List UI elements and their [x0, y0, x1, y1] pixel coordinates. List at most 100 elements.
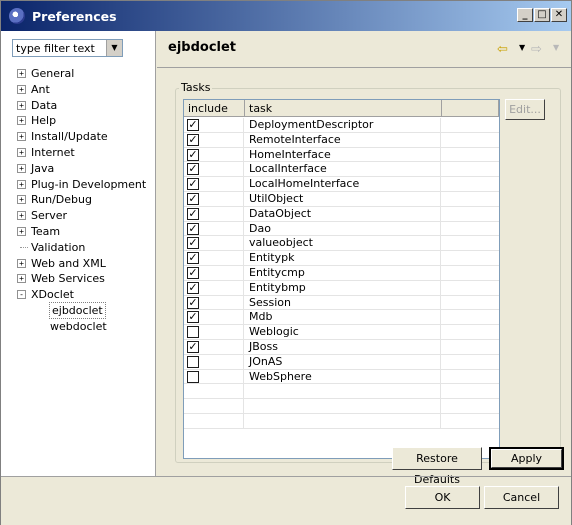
table-row[interactable]: ✓ HomeInterface [184, 147, 499, 163]
include-checkbox[interactable]: ✓ [187, 193, 199, 205]
include-checkbox[interactable]: ✓ [187, 341, 199, 353]
include-checkbox[interactable]: ✓ [187, 133, 199, 146]
include-cell: ✓ [184, 132, 244, 147]
tree-connector [20, 246, 28, 248]
table-row[interactable]: ✓ RemoteInterface [184, 132, 499, 148]
back-history-dropdown-icon[interactable]: ▼ [519, 43, 525, 52]
forward-history-dropdown-icon[interactable]: ▼ [553, 43, 559, 52]
filter-input[interactable]: type filter text [16, 42, 95, 55]
include-cell: ✓ [184, 118, 244, 132]
ok-button[interactable]: OK [405, 486, 480, 509]
task-cell: WebSphere [245, 369, 441, 384]
close-button[interactable]: ✕ [551, 8, 567, 22]
preferences-window: Preferences _ □ ✕ type filter text ▼ + Ge… [0, 0, 572, 525]
table-row[interactable]: JOnAS [184, 354, 499, 370]
include-cell [184, 325, 244, 339]
tree-item-label: Run/Debug [31, 193, 92, 207]
collapse-icon[interactable]: - [17, 290, 26, 300]
table-row[interactable]: ✓ DeploymentDescriptor [184, 118, 499, 133]
window-title: Preferences [32, 8, 117, 24]
expand-icon[interactable]: + [17, 195, 26, 205]
include-checkbox[interactable]: ✓ [187, 252, 199, 265]
table-row[interactable]: WebSphere [184, 369, 499, 385]
expand-icon[interactable]: + [17, 69, 26, 78]
apply-button[interactable]: Apply [489, 447, 564, 470]
column-header-task[interactable]: task [245, 100, 442, 117]
table-row[interactable] [184, 384, 499, 400]
expand-icon[interactable]: + [17, 116, 26, 126]
table-row[interactable]: ✓ LocalInterface [184, 162, 499, 178]
include-checkbox[interactable]: ✓ [187, 281, 199, 294]
include-checkbox[interactable]: ✓ [187, 311, 199, 324]
include-cell: ✓ [184, 340, 244, 354]
tree-item-label: Server [31, 209, 68, 223]
table-row[interactable] [184, 414, 499, 429]
eclipse-icon [9, 8, 25, 24]
include-checkbox[interactable]: ✓ [187, 222, 199, 235]
include-checkbox[interactable]: ✓ [187, 237, 199, 250]
task-cell: LocalHomeInterface [245, 177, 441, 191]
table-row[interactable]: Weblogic [184, 325, 499, 340]
expand-icon[interactable]: + [17, 163, 26, 173]
include-checkbox[interactable]: ✓ [187, 207, 199, 220]
cancel-button[interactable]: Cancel [484, 486, 559, 509]
page-title: ejbdoclet [168, 40, 237, 55]
expand-icon[interactable]: + [17, 258, 26, 268]
table-row[interactable]: ✓ Mdb [184, 310, 499, 326]
expand-icon[interactable]: + [17, 227, 26, 236]
expand-icon[interactable]: + [17, 211, 26, 221]
table-row[interactable]: ✓ UtilObject [184, 192, 499, 207]
table-row[interactable]: ✓ Entitycmp [184, 266, 499, 281]
expand-icon[interactable]: + [17, 148, 26, 157]
include-checkbox[interactable]: ✓ [187, 296, 199, 309]
task-cell: Weblogic [245, 325, 441, 339]
table-row[interactable]: ✓ JBoss [184, 340, 499, 355]
task-cell [245, 399, 441, 413]
task-cell: LocalInterface [245, 162, 441, 177]
include-checkbox[interactable]: ✓ [187, 163, 199, 176]
chevron-down-icon[interactable]: ▼ [106, 40, 122, 56]
expand-icon[interactable]: + [17, 179, 26, 189]
column-header-include[interactable]: include [184, 100, 245, 117]
table-row[interactable]: ✓ Entitybmp [184, 280, 499, 296]
filter-combo[interactable]: type filter text ▼ [12, 39, 123, 57]
back-arrow-icon[interactable]: ⇦ [497, 42, 508, 57]
header-divider [157, 67, 571, 68]
include-checkbox[interactable]: ✓ [187, 148, 199, 161]
include-checkbox[interactable]: ✓ [187, 119, 199, 131]
expand-icon[interactable]: + [17, 100, 26, 110]
include-cell: ✓ [184, 177, 244, 191]
include-checkbox[interactable]: ✓ [187, 178, 199, 191]
task-cell [245, 384, 441, 399]
maximize-button[interactable]: □ [534, 8, 550, 22]
include-checkbox[interactable] [187, 370, 199, 383]
table-row[interactable]: ✓ valueobject [184, 236, 499, 252]
restore-defaults-button[interactable]: Restore Defaults [392, 447, 482, 486]
expand-icon[interactable]: + [17, 132, 26, 142]
table-row[interactable]: ✓ DataObject [184, 206, 499, 222]
table-row[interactable]: ✓ Dao [184, 221, 499, 237]
edit-button[interactable]: Edit... [505, 99, 545, 120]
include-cell: ✓ [184, 206, 244, 221]
include-cell: ✓ [184, 295, 244, 310]
tree-item-label: Data [31, 98, 58, 112]
table-row[interactable] [184, 399, 499, 414]
table-row[interactable]: ✓ LocalHomeInterface [184, 177, 499, 192]
tree-item-label: General [31, 67, 75, 80]
apply-button-label: Apply [491, 449, 562, 468]
expand-icon[interactable]: + [17, 84, 26, 94]
include-checkbox[interactable]: ✓ [187, 267, 199, 279]
include-cell [184, 354, 244, 369]
expand-icon[interactable]: + [17, 274, 26, 284]
task-cell: valueobject [245, 236, 441, 251]
table-row[interactable]: ✓ Entitypk [184, 251, 499, 266]
include-cell: ✓ [184, 236, 244, 251]
preference-tree-pane: type filter text ▼ + General + Ant + Data + Hel… [1, 31, 156, 476]
forward-arrow-icon[interactable]: ⇨ [531, 42, 542, 57]
task-cell: RemoteInterface [245, 132, 441, 147]
table-row[interactable]: ✓ Session [184, 295, 499, 311]
include-checkbox[interactable] [187, 326, 199, 339]
include-cell [184, 399, 244, 413]
include-checkbox[interactable] [187, 355, 199, 368]
minimize-button[interactable]: _ [517, 8, 533, 22]
